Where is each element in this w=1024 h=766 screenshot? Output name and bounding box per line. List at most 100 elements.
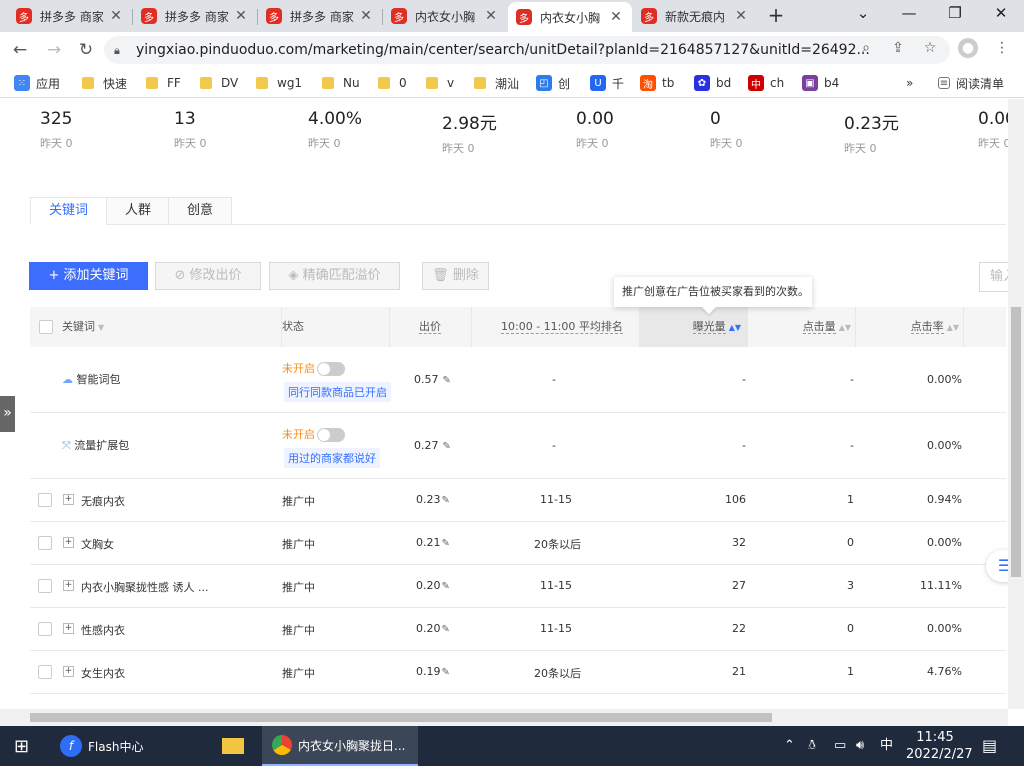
- zoom-icon[interactable]: ⌕: [856, 38, 876, 58]
- expand-plus-icon[interactable]: +: [63, 494, 74, 505]
- bookmark-folder[interactable]: wg1: [256, 74, 302, 92]
- sort-icon[interactable]: ▲▼: [839, 323, 851, 332]
- edit-icon[interactable]: ✎: [442, 538, 450, 549]
- edit-icon[interactable]: ✎: [442, 495, 450, 506]
- qq-icon[interactable]: 🐧︎: [808, 726, 816, 766]
- add-keyword-button[interactable]: + 添加关键词: [29, 262, 148, 290]
- tab-keywords[interactable]: 关键词: [30, 197, 108, 225]
- bid-cell[interactable]: 0.57 ✎: [414, 373, 451, 386]
- back-arrow-icon[interactable]: ←: [8, 38, 32, 62]
- reading-list-button[interactable]: ≡ 阅读清单: [938, 74, 1004, 92]
- row-checkbox[interactable]: [38, 579, 52, 593]
- window-close-icon[interactable]: ✕: [978, 0, 1024, 28]
- vertical-scrollbar[interactable]: [1008, 99, 1024, 709]
- bookmark-folder[interactable]: v: [426, 74, 454, 92]
- row-checkbox[interactable]: [38, 622, 52, 636]
- browser-tab[interactable]: 多 新款无痕内 ✕: [633, 2, 757, 30]
- bookmark-link[interactable]: ▣ b4: [802, 74, 839, 92]
- close-icon[interactable]: ✕: [733, 8, 749, 24]
- filter-icon[interactable]: ▼: [98, 323, 104, 332]
- bid-cell[interactable]: 0.21✎: [416, 536, 450, 549]
- bid-cell[interactable]: 0.27 ✎: [414, 439, 451, 452]
- horizontal-scrollbar[interactable]: [0, 709, 1008, 726]
- expand-sidebar-icon[interactable]: »: [0, 396, 15, 432]
- close-icon[interactable]: ✕: [358, 8, 374, 24]
- browser-tab[interactable]: 多 拼多多 商家 ✕: [133, 2, 257, 30]
- bookmark-folder[interactable]: 潮汕: [474, 74, 519, 92]
- row-checkbox[interactable]: [38, 536, 52, 550]
- profile-avatar-icon[interactable]: ●: [958, 38, 978, 58]
- bookmark-apps[interactable]: ⁙ 应用: [14, 74, 60, 92]
- expand-plus-icon[interactable]: +: [63, 580, 74, 591]
- browser-tab-active[interactable]: 多 内衣女小胸 ✕: [508, 2, 632, 32]
- vertical-scroll-thumb[interactable]: [1011, 307, 1021, 577]
- edit-icon[interactable]: ✎: [443, 441, 451, 452]
- header-clicks[interactable]: 点击量 ▲▼: [747, 307, 855, 347]
- windows-start-icon[interactable]: ⊞: [14, 726, 29, 766]
- taskbar-file-explorer[interactable]: [222, 726, 250, 766]
- volume-icon[interactable]: 🔊︎: [856, 726, 864, 766]
- notification-icon[interactable]: ▤: [982, 726, 997, 766]
- bid-cell[interactable]: 0.19✎: [416, 665, 450, 678]
- network-icon[interactable]: ▭: [834, 726, 846, 766]
- header-impressions[interactable]: 曝光量 ▲▼: [639, 307, 747, 347]
- taskbar-chrome[interactable]: 内衣女小胸聚拢日...: [262, 726, 418, 766]
- new-tab-icon[interactable]: +: [764, 4, 788, 28]
- expand-plus-icon[interactable]: +: [63, 537, 74, 548]
- minimize-icon[interactable]: —: [886, 0, 932, 28]
- tab-search-chevron-icon[interactable]: ⌄: [840, 0, 886, 28]
- reload-icon[interactable]: ↻: [74, 38, 98, 62]
- ime-indicator[interactable]: 中: [880, 726, 893, 766]
- forward-arrow-icon[interactable]: →: [42, 38, 66, 62]
- expand-plus-icon[interactable]: +: [63, 623, 74, 634]
- exact-match-premium-button[interactable]: ◈ 精确匹配溢价: [269, 262, 400, 290]
- bookmark-link[interactable]: ✿ bd: [694, 74, 731, 92]
- bookmark-folder[interactable]: DV: [200, 74, 238, 92]
- bookmark-folder[interactable]: 0: [378, 74, 407, 92]
- sort-icon[interactable]: ▲▼: [729, 323, 741, 332]
- bookmark-folder[interactable]: Nu: [322, 74, 360, 92]
- bookmark-folder[interactable]: FF: [146, 74, 181, 92]
- header-ctr[interactable]: 点击率 ▲▼: [855, 307, 963, 347]
- bid-cell[interactable]: 0.20✎: [416, 579, 450, 592]
- browser-tab[interactable]: 多 拼多多 商家 ✕: [258, 2, 382, 30]
- bookmark-link[interactable]: U千: [590, 74, 624, 92]
- enable-toggle[interactable]: [317, 362, 345, 376]
- tray-chevron-icon[interactable]: ⌃: [784, 726, 795, 766]
- bookmarks-overflow-icon[interactable]: »: [906, 74, 913, 92]
- address-bar[interactable]: 🔒︎ yingxiao.pinduoduo.com/marketing/main…: [104, 36, 950, 64]
- edit-icon[interactable]: ✎: [442, 624, 450, 635]
- edit-icon[interactable]: ✎: [442, 581, 450, 592]
- modify-bid-button[interactable]: ⊘ 修改出价: [155, 262, 261, 290]
- clock[interactable]: 11:45 2022/2/27: [906, 726, 973, 766]
- close-icon[interactable]: ✕: [108, 8, 124, 24]
- bookmark-link[interactable]: 淘 tb: [640, 74, 674, 92]
- sort-icon[interactable]: ▲▼: [947, 323, 959, 332]
- horizontal-scroll-thumb[interactable]: [30, 713, 772, 722]
- close-icon[interactable]: ✕: [608, 9, 624, 25]
- browser-tab[interactable]: 多 内衣女小胸 ✕: [383, 2, 507, 30]
- select-all-checkbox[interactable]: [39, 320, 53, 334]
- edit-icon[interactable]: ✎: [443, 375, 451, 386]
- tab-creative[interactable]: 创意: [168, 197, 233, 225]
- delete-button[interactable]: 🗑︎ 删除: [422, 262, 489, 290]
- bookmark-link[interactable]: 中 ch: [748, 74, 784, 92]
- share-icon[interactable]: ⇪: [888, 38, 908, 58]
- edit-icon[interactable]: ✎: [442, 667, 450, 678]
- taskbar-flash[interactable]: f Flash中心: [60, 726, 143, 766]
- bookmark-link[interactable]: ◰ 创: [536, 74, 570, 92]
- expand-plus-icon[interactable]: +: [63, 666, 74, 677]
- more-menu-icon[interactable]: ⋮: [992, 38, 1012, 58]
- close-icon[interactable]: ✕: [233, 8, 249, 24]
- tab-audience[interactable]: 人群: [106, 197, 171, 225]
- close-icon[interactable]: ✕: [483, 8, 499, 24]
- bookmark-folder[interactable]: 快速: [82, 74, 127, 92]
- bid-cell[interactable]: 0.23✎: [416, 493, 450, 506]
- row-checkbox[interactable]: [38, 493, 52, 507]
- restore-icon[interactable]: ❐: [932, 0, 978, 28]
- browser-tab[interactable]: 多 拼多多 商家 ✕: [8, 2, 132, 30]
- enable-toggle[interactable]: [317, 428, 345, 442]
- bookmark-star-icon[interactable]: ☆: [920, 38, 940, 58]
- bid-cell[interactable]: 0.20✎: [416, 622, 450, 635]
- row-checkbox[interactable]: [38, 665, 52, 679]
